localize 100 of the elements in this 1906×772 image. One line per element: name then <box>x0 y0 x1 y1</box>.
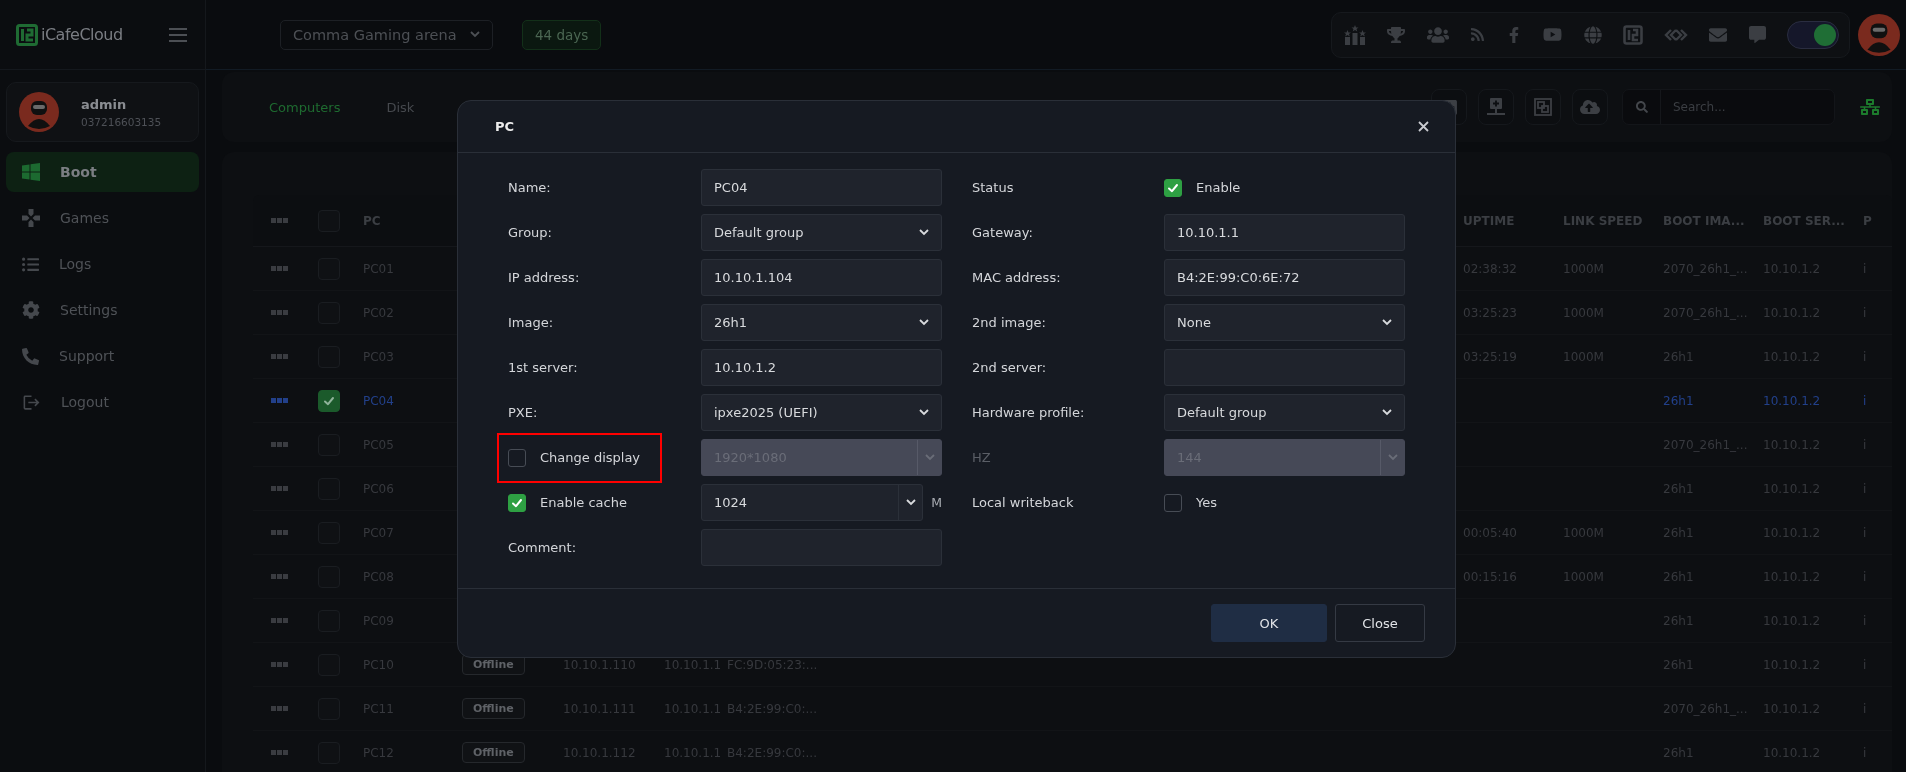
checkbox-label: Change display <box>540 450 641 465</box>
license-badge: 44 days <box>522 19 602 50</box>
trophy-icon[interactable] <box>1387 25 1406 44</box>
select-field[interactable]: Default group <box>701 214 942 251</box>
chat-icon[interactable] <box>1748 26 1766 43</box>
more-icon[interactable] <box>270 705 288 712</box>
field-label: IP address: <box>508 270 580 285</box>
checkbox[interactable] <box>318 389 340 412</box>
chevron-down-icon <box>905 499 916 506</box>
chevron-down-icon <box>470 31 480 38</box>
field-label: MAC address: <box>972 270 1061 285</box>
toolbar-button[interactable] <box>1572 89 1608 125</box>
field-label: 2nd server: <box>972 360 1047 375</box>
avatar-icon <box>1858 13 1900 56</box>
more-icon[interactable] <box>270 217 288 224</box>
field-label: HZ <box>972 450 991 465</box>
more-icon[interactable] <box>270 617 288 624</box>
toolbar-button[interactable] <box>1525 89 1561 125</box>
field-label: 2nd image: <box>972 315 1046 330</box>
cloud-upload-icon <box>1580 97 1600 117</box>
more-icon[interactable] <box>270 573 288 580</box>
rss-icon[interactable] <box>1469 27 1485 42</box>
chevron-down-icon <box>1382 319 1392 326</box>
logo-icon[interactable] <box>1622 24 1643 45</box>
field-label: Group: <box>508 225 552 240</box>
table-cell-text: 26h1 <box>1662 393 1695 408</box>
phone-icon <box>22 347 39 365</box>
field-label: PXE: <box>508 405 538 420</box>
more-icon[interactable] <box>270 749 288 756</box>
chevron-down-icon <box>919 409 929 416</box>
nav-item[interactable]: Boot <box>6 152 199 192</box>
checkbox-label: Yes <box>1196 495 1217 510</box>
field-label: Status <box>972 180 1014 195</box>
field-label: 1st server: <box>508 360 578 375</box>
select-field[interactable]: Default group <box>1164 394 1405 431</box>
field-label: Local writeback <box>972 495 1074 510</box>
input-field[interactable]: 10.10.1.104 <box>701 259 942 296</box>
chevron-down-icon <box>924 454 935 461</box>
field-label: Gateway: <box>972 225 1033 240</box>
toolbar-button[interactable] <box>1478 89 1514 125</box>
check-icon <box>1167 181 1179 194</box>
input-field[interactable]: 10.10.1.1 <box>1164 214 1405 251</box>
field-label: Hardware profile: <box>972 405 1085 420</box>
table-cell-text: i <box>1862 393 1868 408</box>
monitor-plus-icon <box>1487 98 1505 116</box>
checkbox[interactable] <box>508 448 526 467</box>
table-cell-text: 10.10.1.2 <box>1762 393 1822 408</box>
gamepad-icon <box>22 209 40 227</box>
chevron-down-icon <box>1382 409 1392 416</box>
more-icon[interactable] <box>270 441 288 448</box>
settings-icon <box>22 301 40 319</box>
chevrons-icon[interactable] <box>1664 28 1689 41</box>
input-field[interactable]: B4:2E:99:C0:6E:72 <box>1164 259 1405 296</box>
dialog-title: PC <box>495 119 515 134</box>
checkbox-label: Enable <box>1196 180 1241 195</box>
chevron-down-icon <box>1387 454 1398 461</box>
select-field[interactable]: 26h1 <box>701 304 942 341</box>
list-icon <box>22 255 39 273</box>
checkbox[interactable] <box>1164 493 1182 512</box>
more-icon[interactable] <box>270 397 288 404</box>
more-icon[interactable] <box>270 529 288 536</box>
ok-button[interactable]: OK <box>1211 604 1327 642</box>
logout-icon <box>22 392 41 412</box>
combo-field[interactable]: 1024 <box>701 484 924 521</box>
more-icon[interactable] <box>270 309 288 316</box>
chevron-down-icon <box>919 319 929 326</box>
table-cell-text: PC04 <box>362 393 395 408</box>
more-icon[interactable] <box>270 661 288 668</box>
search-icon <box>1635 101 1648 113</box>
avatar-icon <box>19 92 59 132</box>
globe-icon[interactable] <box>1583 25 1602 44</box>
input-field[interactable]: 10.10.1.2 <box>701 349 942 386</box>
youtube-icon[interactable] <box>1543 25 1563 44</box>
status-badge: Offline <box>462 698 525 719</box>
leaderboard-icon[interactable] <box>1344 24 1366 45</box>
check-icon <box>511 496 523 509</box>
user-name: admin <box>81 96 128 112</box>
unit-label: M <box>931 495 942 510</box>
check-icon <box>323 394 335 407</box>
field-label: Image: <box>508 315 554 330</box>
select-field[interactable]: ipxe2025 (UEFI) <box>701 394 942 431</box>
field-label: Name: <box>508 180 551 195</box>
copy-icon <box>1534 98 1552 116</box>
checkbox[interactable] <box>508 493 526 512</box>
select-field[interactable]: None <box>1164 304 1405 341</box>
windows-icon <box>22 163 40 181</box>
more-icon[interactable] <box>270 265 288 272</box>
theme-toggle[interactable] <box>1786 20 1839 49</box>
mail-icon[interactable] <box>1709 25 1728 44</box>
status-badge: Offline <box>462 742 525 763</box>
more-icon[interactable] <box>270 485 288 492</box>
user-phone: 037216603135 <box>81 115 162 128</box>
field-label: Comment: <box>508 540 577 555</box>
checkbox[interactable] <box>1164 178 1182 197</box>
close-icon[interactable] <box>1416 119 1431 134</box>
close-button[interactable]: Close <box>1335 604 1425 642</box>
menu-icon[interactable] <box>169 27 187 42</box>
input-field[interactable]: PC04 <box>701 169 942 206</box>
more-icon[interactable] <box>270 353 288 360</box>
network-icon[interactable] <box>1860 97 1880 117</box>
